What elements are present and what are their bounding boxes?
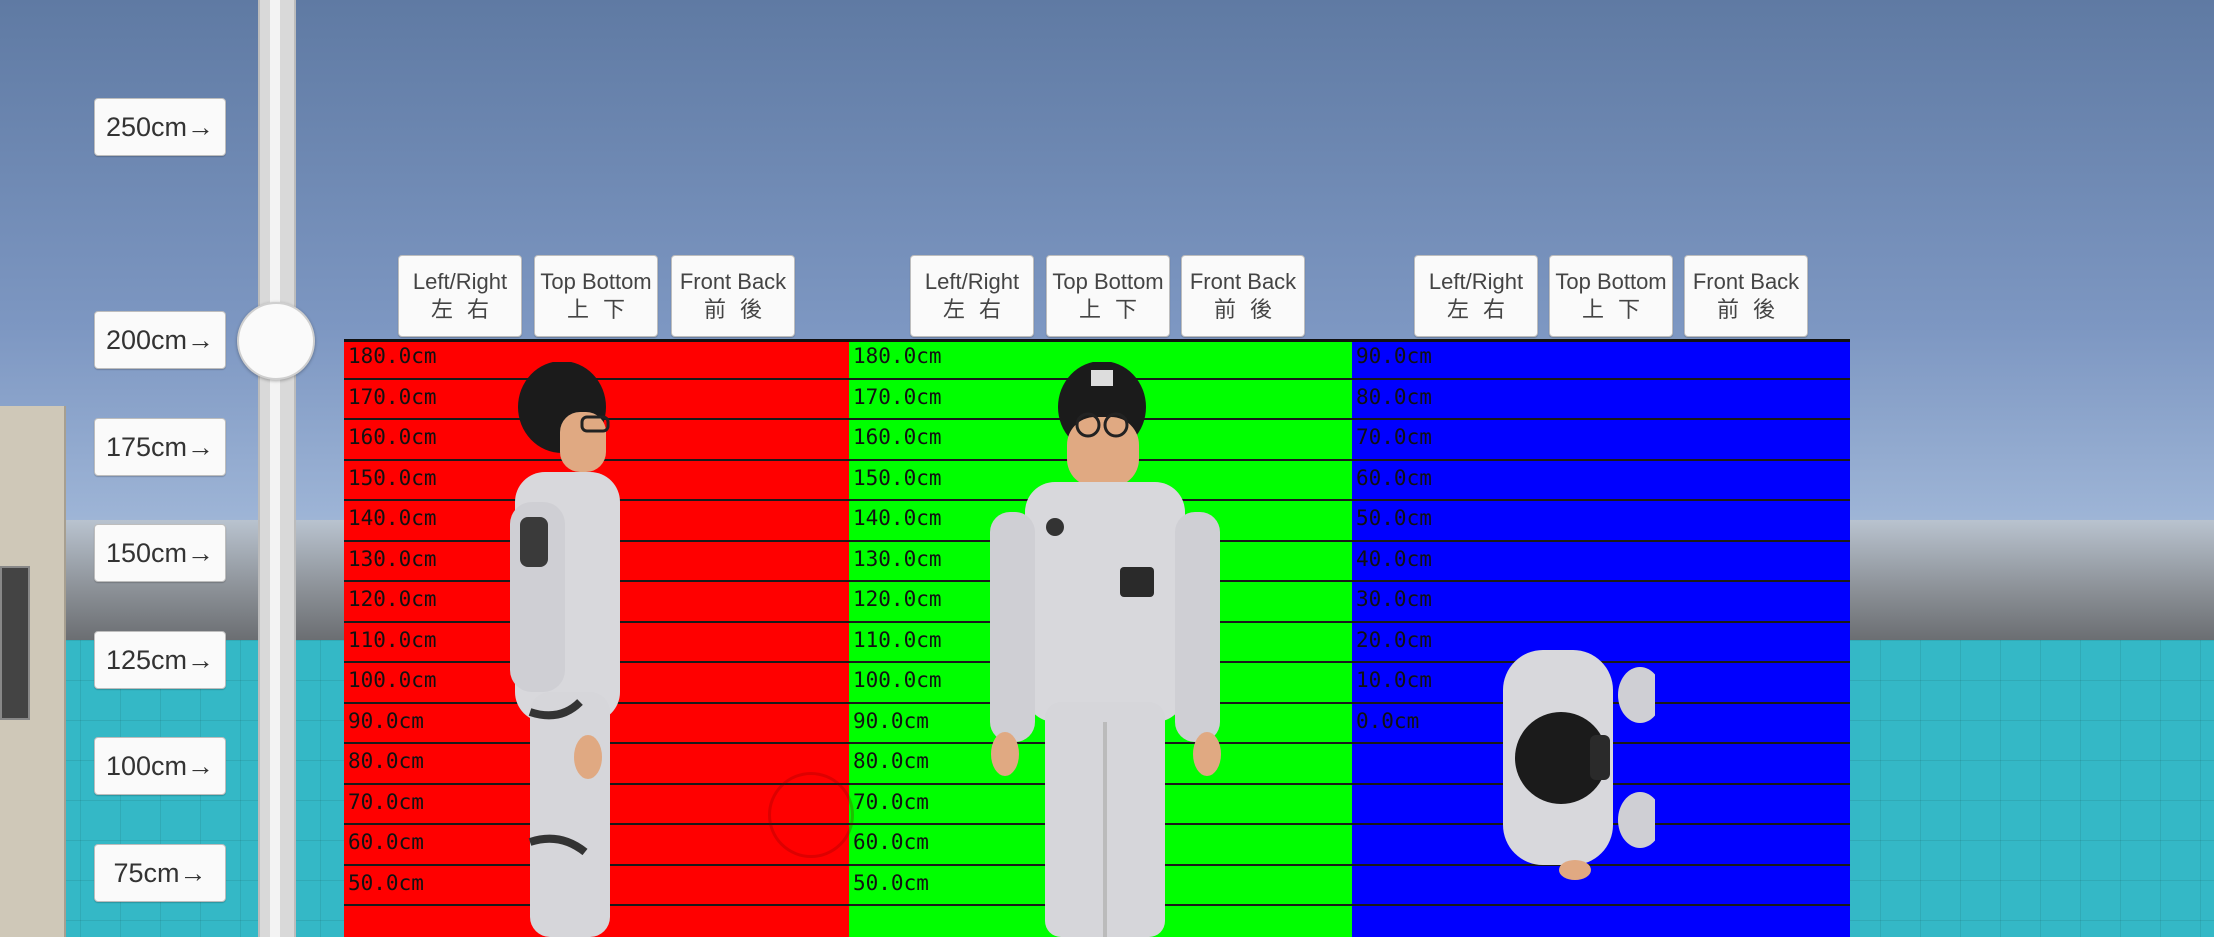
blue-board-row: 70.0cm xyxy=(1352,420,1850,461)
height-mark-label: 170.0cm xyxy=(853,384,942,409)
avatar-side-view xyxy=(490,362,640,937)
height-mark-label: 60.0cm xyxy=(853,830,929,854)
height-mark-label: 90.0cm xyxy=(853,708,929,733)
height-mark-label: 160.0cm xyxy=(853,425,942,449)
height-button-175[interactable]: 175cm→ xyxy=(94,418,226,476)
green-left-right-button[interactable]: Left/Right 左右 xyxy=(910,255,1034,337)
height-mark-label: 70.0cm xyxy=(1356,425,1432,449)
blue-board-row: 40.0cm xyxy=(1352,542,1850,582)
height-mark-label: 130.0cm xyxy=(853,546,942,571)
height-mark-label: 10.0cm xyxy=(1356,668,1432,692)
unity-scene: 250cm→ 200cm→ 175cm→ 150cm→ 125cm→ 100cm… xyxy=(0,0,2214,937)
height-mark-label: 90.0cm xyxy=(348,708,424,733)
height-mark-label: 150.0cm xyxy=(348,465,437,490)
height-button-125[interactable]: 125cm→ xyxy=(94,631,226,689)
height-mark-label: 70.0cm xyxy=(348,789,424,814)
height-mark-label: 50.0cm xyxy=(853,870,929,895)
red-top-bottom-button[interactable]: Top Bottom 上下 xyxy=(534,255,658,337)
red-left-right-button[interactable]: Left/Right 左右 xyxy=(398,255,522,337)
microphone-icon xyxy=(768,772,854,858)
red-front-back-button[interactable]: Front Back 前後 xyxy=(671,255,795,337)
height-mark-label: 130.0cm xyxy=(348,546,437,571)
height-mark-label: 180.0cm xyxy=(853,344,942,368)
height-button-100[interactable]: 100cm→ xyxy=(94,737,226,795)
height-mark-label: 90.0cm xyxy=(1356,344,1432,368)
height-mark-label: 80.0cm xyxy=(348,749,424,773)
height-button-150[interactable]: 150cm→ xyxy=(94,524,226,582)
height-button-200[interactable]: 200cm→ xyxy=(94,311,226,369)
height-button-75[interactable]: 75cm→ xyxy=(94,844,226,902)
height-mark-label: 160.0cm xyxy=(348,425,437,449)
height-mark-label: 80.0cm xyxy=(853,749,929,773)
height-slider-knob[interactable] xyxy=(237,302,315,380)
blue-left-right-button[interactable]: Left/Right 左右 xyxy=(1414,255,1538,337)
panel-slot xyxy=(0,566,30,720)
height-mark-label: 110.0cm xyxy=(853,627,942,652)
avatar-top-view xyxy=(1495,640,1655,880)
height-mark-label: 180.0cm xyxy=(348,344,437,368)
height-mark-label: 0.0cm xyxy=(1356,708,1420,733)
green-front-back-button[interactable]: Front Back 前後 xyxy=(1181,255,1305,337)
height-mark-label: 40.0cm xyxy=(1356,546,1432,571)
height-mark-label: 120.0cm xyxy=(348,587,437,611)
height-mark-label: 120.0cm xyxy=(853,587,942,611)
height-mark-label: 30.0cm xyxy=(1356,587,1432,611)
height-mark-label: 60.0cm xyxy=(1356,465,1432,490)
height-mark-label: 100.0cm xyxy=(853,668,942,692)
height-button-250[interactable]: 250cm→ xyxy=(94,98,226,156)
blue-board-row: 80.0cm xyxy=(1352,380,1850,420)
height-mark-label: 80.0cm xyxy=(1356,384,1432,409)
height-mark-label: 60.0cm xyxy=(348,830,424,854)
height-mark-label: 20.0cm xyxy=(1356,627,1432,652)
height-mark-label: 170.0cm xyxy=(348,384,437,409)
height-mark-label: 50.0cm xyxy=(1356,506,1432,530)
height-mark-label: 100.0cm xyxy=(348,668,437,692)
blue-top-bottom-button[interactable]: Top Bottom 上下 xyxy=(1549,255,1673,337)
blue-board-row: 50.0cm xyxy=(1352,501,1850,542)
height-mark-label: 150.0cm xyxy=(853,465,942,490)
height-slider-track[interactable] xyxy=(258,0,296,937)
side-panel xyxy=(0,406,66,937)
blue-board-row: 30.0cm xyxy=(1352,582,1850,623)
avatar-front-view xyxy=(985,362,1225,937)
height-mark-label: 140.0cm xyxy=(348,506,437,530)
blue-front-back-button[interactable]: Front Back 前後 xyxy=(1684,255,1808,337)
blue-board-row: 60.0cm xyxy=(1352,461,1850,501)
green-top-bottom-button[interactable]: Top Bottom 上下 xyxy=(1046,255,1170,337)
height-mark-label: 140.0cm xyxy=(853,506,942,530)
height-mark-label: 110.0cm xyxy=(348,627,437,652)
height-mark-label: 50.0cm xyxy=(348,870,424,895)
blue-board-row: 90.0cm xyxy=(1352,339,1850,380)
height-mark-label: 70.0cm xyxy=(853,789,929,814)
